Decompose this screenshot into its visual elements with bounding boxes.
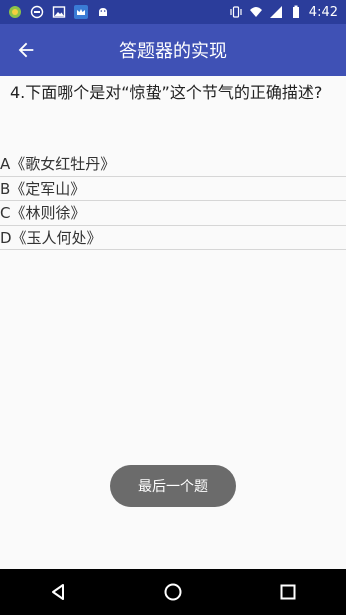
- question-text: 4.下面哪个是对“惊蛰”这个节气的正确描述?: [10, 83, 323, 102]
- option-d[interactable]: D《玉人何处》: [0, 226, 346, 250]
- circle-home-icon: [164, 583, 182, 601]
- status-bar: 4:42: [0, 0, 346, 24]
- vibrate-icon: [229, 5, 243, 19]
- option-a[interactable]: A《歌女红牡丹》: [0, 152, 346, 177]
- toast-message: 最后一个题: [110, 465, 236, 507]
- option-c[interactable]: C《林则徐》: [0, 201, 346, 226]
- app-bar: 答题器的实现: [0, 24, 346, 76]
- square-recents-icon: [280, 584, 296, 600]
- option-b[interactable]: B《定军山》: [0, 177, 346, 201]
- nav-back-button[interactable]: [38, 572, 78, 612]
- app-screen: 4:42 答题器的实现 4.下面哪个是对“惊蛰”这个节气的正确描述? A《歌女红…: [0, 0, 346, 615]
- notification-icon: [30, 5, 44, 19]
- signal-icon: [269, 5, 283, 19]
- nav-home-button[interactable]: [153, 572, 193, 612]
- status-left-icons: [8, 5, 110, 19]
- triangle-back-icon: [51, 584, 64, 600]
- nav-bar: [0, 569, 346, 615]
- arrow-left-icon: [18, 42, 34, 58]
- green-app-icon: [8, 5, 22, 19]
- wifi-icon: [249, 5, 263, 19]
- status-time: 4:42: [308, 4, 338, 20]
- status-right-icons: 4:42: [229, 5, 338, 20]
- nav-recents-button[interactable]: [268, 572, 308, 612]
- back-button[interactable]: [0, 24, 52, 76]
- image-icon: [52, 5, 66, 19]
- options-list: A《歌女红牡丹》 B《定军山》 C《林则徐》 D《玉人何处》: [0, 152, 346, 250]
- battery-icon: [289, 5, 303, 19]
- crown-icon: [74, 5, 88, 19]
- android-icon: [96, 5, 110, 19]
